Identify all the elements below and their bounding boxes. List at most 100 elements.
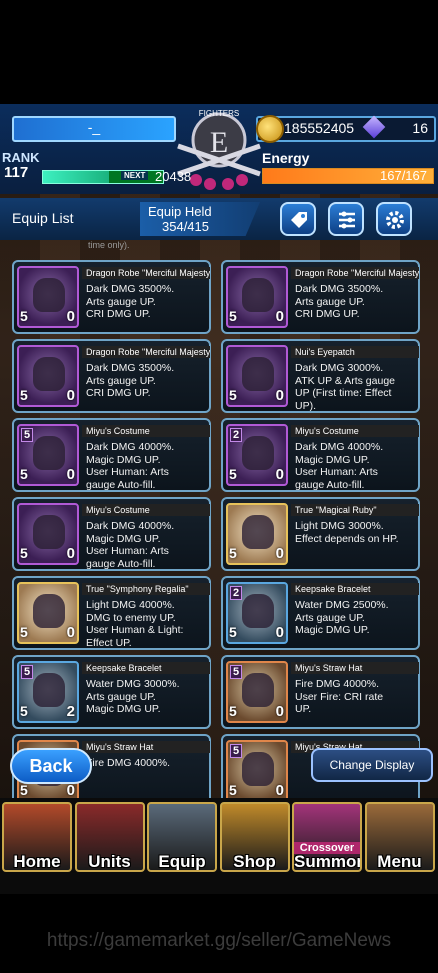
- nav-button-summon[interactable]: Crossover Summon: [292, 802, 362, 872]
- gem-amount: 16: [412, 120, 428, 136]
- equip-held-panel: Equip Held 354/415: [140, 202, 260, 236]
- exp-bar-fill: [43, 171, 109, 183]
- equip-count: 0: [66, 466, 75, 483]
- equip-rarity-star: 5: [19, 699, 36, 721]
- equip-rarity-star: 5: [19, 778, 36, 800]
- equip-card[interactable]: 50Nui's EyepatchDark DMG 3000%. ATK UP &…: [221, 339, 420, 413]
- equip-card[interactable]: 5 5 0 Miyu's Straw Hat Fire DMG 4000%. User …: [221, 655, 420, 729]
- nav-label: Units: [88, 852, 131, 871]
- nav-label: Summon: [294, 852, 362, 871]
- equip-rarity-star: 5: [228, 462, 245, 484]
- equip-description: Dark DMG 3500%. Arts gauge UP. CRI DMG U…: [295, 283, 384, 320]
- equip-description: Dark DMG 4000%. Magic DMG UP. User Human…: [86, 441, 175, 491]
- equip-thumbnail: 50: [226, 503, 288, 565]
- equip-held-label: Equip Held: [148, 204, 212, 219]
- nav-label: Equip: [158, 852, 206, 871]
- equip-card[interactable]: 50True "Magical Ruby"Light DMG 3000%. Ef…: [221, 497, 420, 571]
- equip-art-icon: [33, 673, 65, 707]
- bottom-nav: Home Units Equip Shop Crossover Summon Menu: [0, 798, 438, 894]
- equip-name: Miyu's Straw Hat: [291, 662, 419, 674]
- equip-rarity-star: 5: [19, 383, 36, 405]
- equip-level-badge: 2: [230, 586, 243, 600]
- equip-thumbnail: 50: [17, 582, 79, 644]
- equip-card[interactable]: 5 5 0 Miyu's Costume Dark DMG 4000%. Magic D…: [12, 418, 211, 492]
- emblem-letter: E: [210, 126, 228, 159]
- equip-thumbnail: 50: [17, 266, 79, 328]
- nav-label: Menu: [377, 852, 422, 871]
- equip-card[interactable]: 5 5 2 Keepsake Bracelet Water DMG 3000%. Art…: [12, 655, 211, 729]
- equip-art-icon: [242, 357, 274, 391]
- equip-rarity-star: 5: [19, 304, 36, 326]
- nav-button-units[interactable]: Units: [74, 802, 145, 872]
- nav-button-equip[interactable]: Equip: [147, 802, 217, 872]
- equip-description: Dark DMG 3000%. ATK UP & Arts gauge UP (…: [295, 362, 395, 412]
- change-display-button[interactable]: Change Display: [311, 748, 433, 782]
- equip-rarity-star: 5: [228, 541, 245, 563]
- equip-rarity-star: 5: [228, 778, 245, 800]
- equip-description: Water DMG 2500%. Arts gauge UP. Magic DM…: [295, 599, 389, 636]
- equip-count: 0: [275, 387, 284, 404]
- header: -_ FIGHTERS E 185552405 16 RANK 117 NEXT…: [0, 104, 438, 194]
- tag-icon: [291, 212, 307, 228]
- back-button[interactable]: Back: [10, 748, 92, 784]
- equip-description: Light DMG 4000%. DMG to enemy UP. User H…: [86, 599, 184, 649]
- equip-rarity-star: 5: [228, 620, 245, 642]
- nav-label: Home: [13, 852, 61, 871]
- equip-description: Water DMG 3000%. Arts gauge UP. Magic DM…: [86, 678, 180, 715]
- equip-count: 0: [66, 624, 75, 641]
- equip-list-bar: Equip List Equip Held 354/415: [0, 198, 438, 240]
- equip-card[interactable]: 50True "Symphony Regalia"Light DMG 4000%…: [12, 576, 211, 650]
- sort-button[interactable]: [328, 202, 364, 236]
- equip-name: Keepsake Bracelet: [291, 583, 419, 595]
- next-exp-value: 20438: [155, 169, 192, 184]
- equip-count: 0: [66, 308, 75, 325]
- lock-filter-button[interactable]: [280, 202, 316, 236]
- equip-count: 0: [275, 624, 284, 641]
- equip-level-badge: 5: [21, 665, 34, 679]
- equip-description: Fire DMG 4000%. User Fire: CRI rate UP.: [295, 678, 384, 715]
- equip-card[interactable]: 2 5 0 Keepsake Bracelet Water DMG 2500%. Art…: [221, 576, 420, 650]
- equip-card[interactable]: 50Dragon Robe "Merciful Majesty"Dark DMG…: [12, 339, 211, 413]
- equip-card[interactable]: 2 5 0 Miyu's Costume Dark DMG 4000%. Magic D…: [221, 418, 420, 492]
- emblem-text: FIGHTERS: [199, 109, 239, 118]
- nav-button-home[interactable]: Home: [2, 802, 72, 872]
- equip-art-icon: [33, 594, 65, 628]
- equip-name: Miyu's Costume: [82, 504, 210, 516]
- equip-art-icon: [242, 515, 274, 549]
- gold-amount: 185552405: [284, 120, 355, 136]
- exp-bar: NEXT 20438: [42, 169, 191, 184]
- equip-description: Light DMG 3000%. Effect depends on HP.: [295, 520, 399, 545]
- equip-list-title: Equip List: [12, 210, 74, 226]
- player-name-bar[interactable]: -_: [12, 116, 176, 142]
- equip-count: 0: [275, 782, 284, 799]
- equip-name: Keepsake Bracelet: [82, 662, 210, 674]
- gold-coin-icon: [256, 115, 284, 143]
- equip-art-icon: [33, 515, 65, 549]
- equip-description: Dark DMG 4000%. Magic DMG UP. User Human…: [86, 520, 175, 570]
- equip-rarity-star: 5: [19, 462, 36, 484]
- equip-description: Dark DMG 3500%. Arts gauge UP. CRI DMG U…: [86, 283, 175, 320]
- settings-button[interactable]: [376, 202, 412, 236]
- nav-button-menu[interactable]: Menu: [364, 802, 435, 872]
- equip-description: Dark DMG 4000%. Magic DMG UP. User Human…: [295, 441, 384, 491]
- equip-card[interactable]: 50Dragon Robe "Merciful Majesty"Dark DMG…: [12, 260, 211, 334]
- equip-count: 0: [66, 545, 75, 562]
- energy-label: Energy: [262, 150, 310, 166]
- equip-count: 0: [275, 545, 284, 562]
- currency-bar: 185552405 16: [256, 115, 436, 143]
- equip-thumbnail: 2 5 0: [226, 424, 288, 486]
- equip-card[interactable]: 50Dragon Robe "Merciful Majesty"Dark DMG…: [221, 260, 420, 334]
- nav-button-shop[interactable]: Shop: [219, 802, 290, 872]
- equip-art-icon: [242, 673, 274, 707]
- equip-name: Miyu's Straw Hat: [82, 741, 210, 753]
- equip-card[interactable]: 50Miyu's CostumeDark DMG 4000%. Magic DM…: [12, 497, 211, 571]
- equip-thumbnail: 5 5 0: [17, 424, 79, 486]
- equip-count: 2: [66, 703, 75, 720]
- player-name: -_: [87, 119, 101, 135]
- equip-art-icon: [242, 752, 274, 786]
- equip-rarity-star: 5: [228, 304, 245, 326]
- equip-thumbnail: 5 5 0: [226, 661, 288, 723]
- rank-label: RANK: [2, 150, 40, 165]
- watermark-text: https://gamemarket.gg/seller/GameNews: [46, 930, 392, 951]
- equip-name: Dragon Robe "Merciful Majesty": [291, 267, 419, 279]
